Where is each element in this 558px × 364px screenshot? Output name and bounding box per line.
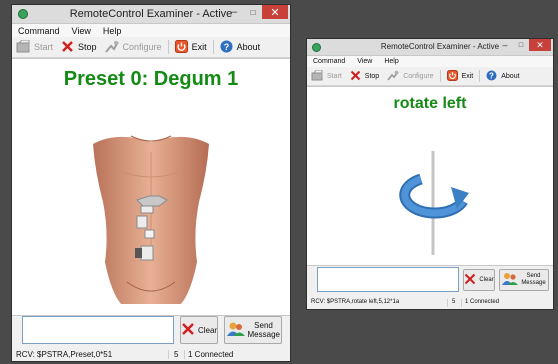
exit-button[interactable]: Exit (171, 39, 211, 55)
stop-button[interactable]: Stop (346, 70, 383, 83)
right-window: RemoteControl Examiner - Active – □ ✕ Co… (306, 38, 554, 310)
message-input[interactable] (22, 316, 174, 344)
status-count: 5 (452, 299, 456, 305)
help-about-icon: ? (220, 40, 233, 55)
display-area: Preset 0: Degum 1 (12, 58, 290, 316)
configure-icon (387, 70, 399, 83)
send-label: Send Message (521, 273, 546, 286)
about-label: About (236, 42, 261, 52)
toolbar-separator (212, 40, 214, 54)
menu-view[interactable]: View (66, 26, 97, 36)
status-divider (184, 350, 185, 359)
start-button[interactable]: Start (307, 69, 346, 83)
maximize-button[interactable]: □ (244, 5, 262, 19)
svg-text:?: ? (223, 42, 229, 52)
toolbar: Start Stop Configure Exit ? About (12, 37, 290, 58)
status-divider (168, 350, 169, 359)
about-label: About (501, 72, 520, 80)
stop-x-icon (61, 40, 74, 55)
configure-label: Configure (122, 42, 162, 52)
status-connected: 1 Connected (465, 299, 500, 305)
status-divider (447, 299, 448, 307)
exit-label: Exit (191, 42, 207, 52)
stop-x-icon (350, 70, 361, 83)
configure-icon (104, 40, 119, 55)
stop-button[interactable]: Stop (57, 40, 101, 55)
torso-electrodes-image (31, 132, 271, 304)
send-message-button[interactable]: Send Message (499, 269, 549, 291)
configure-button[interactable]: Configure (101, 40, 166, 55)
clear-label: Clear (479, 277, 494, 283)
svg-text:?: ? (489, 71, 494, 80)
left-window: RemoteControl Examiner - Active – □ ✕ Co… (11, 4, 291, 362)
users-send-icon (226, 321, 245, 339)
minimize-button[interactable]: – (497, 39, 513, 51)
maximize-button[interactable]: □ (513, 39, 529, 51)
status-bar: RCV: $PSTRA,rotate left,5,12*1a 5 1 Conn… (307, 297, 553, 309)
rotate-left-icon (391, 151, 475, 255)
users-send-icon (501, 272, 518, 288)
title-bar[interactable]: RemoteControl Examiner - Active – □ ✕ (307, 39, 553, 56)
status-count: 5 (174, 350, 179, 359)
help-about-icon: ? (486, 70, 497, 83)
status-connected: 1 Connected (188, 350, 234, 359)
status-rcv: RCV: $PSTRA,Preset,0*51 (16, 350, 113, 359)
configure-label: Configure (403, 72, 434, 80)
start-icon (311, 69, 323, 83)
title-bar[interactable]: RemoteControl Examiner - Active – □ ✕ (12, 5, 290, 24)
command-heading: rotate left (393, 95, 467, 112)
status-rcv: RCV: $PSTRA,rotate left,5,12*1a (311, 299, 400, 305)
status-divider (461, 299, 462, 307)
stop-label: Stop (364, 72, 380, 80)
exit-button[interactable]: Exit (443, 69, 478, 83)
clear-x-icon (464, 273, 476, 287)
start-label: Start (327, 72, 342, 80)
about-button[interactable]: ? About (216, 40, 265, 55)
minimize-button[interactable]: – (224, 5, 244, 19)
preset-heading: Preset 0: Degum 1 (63, 68, 239, 90)
send-message-button[interactable]: Send Message (224, 316, 282, 344)
menu-bar: Command View Help (307, 56, 553, 67)
menu-help[interactable]: Help (97, 26, 128, 36)
about-button[interactable]: ? About (482, 70, 523, 83)
menu-help[interactable]: Help (378, 58, 404, 65)
stop-label: Stop (78, 42, 97, 52)
message-input[interactable] (317, 267, 459, 292)
display-area: rotate left (307, 86, 553, 266)
clear-button[interactable]: Clear (463, 269, 495, 291)
exit-label: Exit (461, 72, 474, 80)
clear-x-icon (181, 322, 195, 338)
close-button[interactable]: ✕ (262, 5, 288, 19)
menu-bar: Command View Help (12, 24, 290, 37)
toolbar-separator (167, 40, 169, 54)
start-button[interactable]: Start (12, 39, 57, 55)
clear-label: Clear (197, 325, 218, 335)
close-button[interactable]: ✕ (529, 39, 551, 51)
toolbar-separator (479, 70, 481, 82)
start-label: Start (34, 42, 54, 52)
send-label: Send Message (247, 321, 280, 339)
status-bar: RCV: $PSTRA,Preset,0*51 5 1 Connected (12, 348, 290, 361)
menu-command[interactable]: Command (12, 26, 66, 36)
menu-view[interactable]: View (351, 58, 378, 65)
start-icon (16, 39, 30, 55)
menu-command[interactable]: Command (307, 58, 351, 65)
clear-button[interactable]: Clear (180, 316, 218, 344)
toolbar-separator (439, 70, 441, 82)
toolbar: Start Stop Configure Exit ? About (307, 67, 553, 86)
power-exit-icon (446, 69, 458, 83)
configure-button[interactable]: Configure (383, 70, 437, 83)
power-exit-icon (174, 39, 188, 55)
